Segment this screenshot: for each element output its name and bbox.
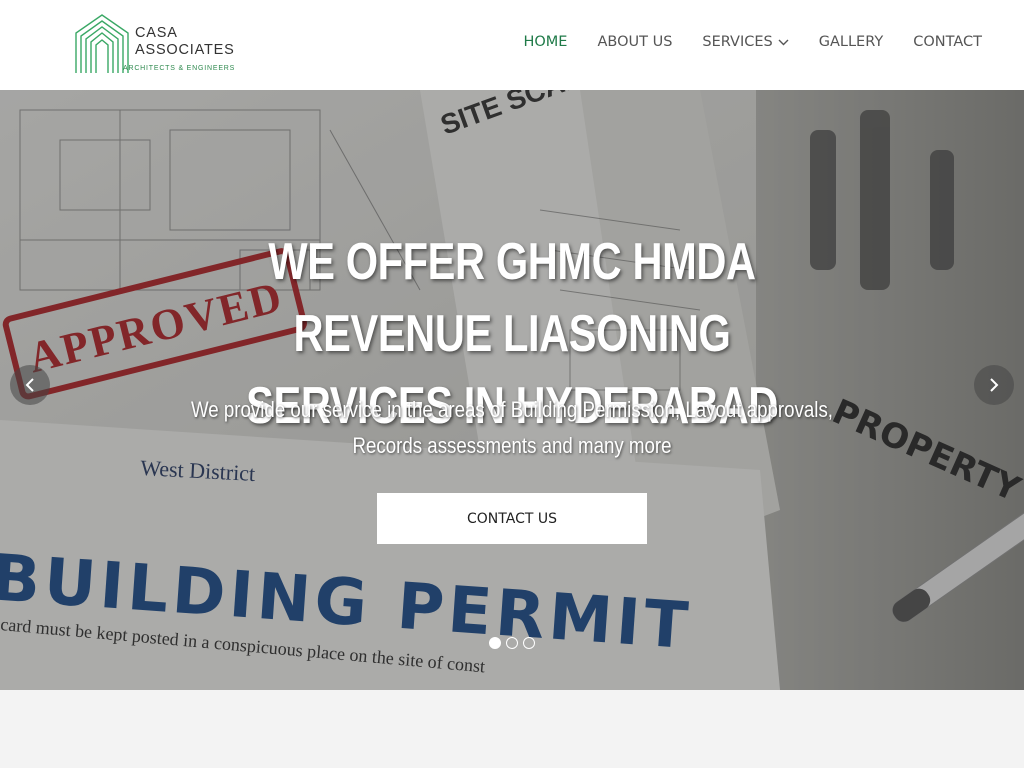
chevron-left-icon bbox=[25, 378, 34, 392]
slider-dot-1[interactable] bbox=[489, 637, 501, 649]
slider-dot-3[interactable] bbox=[523, 637, 535, 649]
contact-us-button[interactable]: CONTACT US bbox=[377, 493, 647, 544]
nav-label: ABOUT US bbox=[597, 34, 673, 50]
chevron-down-icon bbox=[778, 39, 789, 45]
chevron-right-icon bbox=[990, 378, 999, 392]
nav-label: HOME bbox=[523, 34, 568, 50]
slider-dots bbox=[489, 637, 535, 649]
hero-subtitle: We provide our service in the areas of B… bbox=[190, 397, 834, 458]
nav-label: GALLERY bbox=[818, 34, 884, 50]
nav-item-contact[interactable]: CONTACT bbox=[913, 34, 982, 50]
slider-next-button[interactable] bbox=[974, 365, 1014, 405]
brand-tagline: ARCHITECTS & ENGINEERS bbox=[123, 65, 236, 72]
hero-slider: SITE SCALE: 1/8"=1'-0" APPROVED West Dis… bbox=[0, 90, 1024, 690]
slider-prev-button[interactable] bbox=[10, 365, 50, 405]
nav-item-home[interactable]: HOME bbox=[523, 34, 567, 50]
brand-logo[interactable]: CASA ASSOCIATES ARCHITECTS & ENGINEERS bbox=[74, 13, 234, 75]
main-nav: HOME ABOUT US SERVICES GALLERY CONTACT bbox=[523, 34, 982, 50]
nav-label: SERVICES bbox=[702, 34, 773, 50]
nav-item-gallery[interactable]: GALLERY bbox=[819, 34, 883, 50]
nav-item-services[interactable]: SERVICES bbox=[702, 34, 789, 50]
brand-name: CASA ASSOCIATES bbox=[135, 25, 235, 59]
nav-item-about-us[interactable]: ABOUT US bbox=[597, 34, 672, 50]
brand-name-line2: ASSOCIATES bbox=[135, 42, 235, 58]
nav-label: CONTACT bbox=[913, 34, 982, 50]
brand-name-line1: CASA bbox=[135, 25, 178, 41]
site-header: CASA ASSOCIATES ARCHITECTS & ENGINEERS H… bbox=[0, 0, 1024, 90]
slider-dot-2[interactable] bbox=[506, 637, 518, 649]
